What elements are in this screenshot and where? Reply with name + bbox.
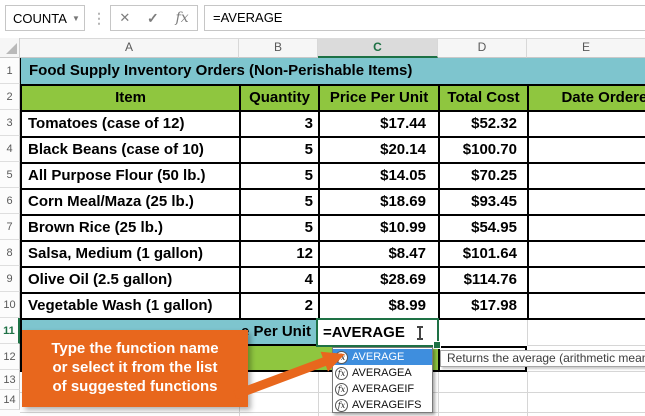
cell-total-cost[interactable]: $17.98 <box>440 294 527 318</box>
gridline <box>527 372 528 416</box>
cell-total-cost[interactable]: $114.76 <box>440 268 527 292</box>
cell-item[interactable]: Vegetable Wash (1 gallon) <box>22 294 239 318</box>
column-header-e[interactable]: E <box>527 38 645 58</box>
row-header-14[interactable]: 14 <box>0 390 20 410</box>
callout-line: Type the function name <box>51 340 219 357</box>
cell-item[interactable]: Olive Oil (2.5 gallon) <box>22 268 239 292</box>
name-box[interactable]: COUNTA ▼ <box>5 5 85 31</box>
table-header-cell[interactable]: Total Cost <box>440 86 527 110</box>
cell-quantity[interactable]: 5 <box>241 216 318 240</box>
cell-date-ordered[interactable] <box>529 268 645 292</box>
cell-quantity[interactable]: 4 <box>241 268 318 292</box>
cell-quantity[interactable]: 2 <box>241 294 318 318</box>
toolbar-separator-icon: ⋮ <box>92 10 106 26</box>
function-tooltip: Returns the average (arithmetic mean) <box>440 350 645 367</box>
cell-quantity[interactable]: 3 <box>241 112 318 136</box>
cell-date-ordered[interactable] <box>529 242 645 266</box>
callout-line: or select it from the list <box>52 359 218 376</box>
column-header-d[interactable]: D <box>438 38 527 58</box>
row-header-4[interactable]: 4 <box>0 136 20 162</box>
autocomplete-item-label: AVERAGEA <box>352 367 412 379</box>
cell-item[interactable]: Black Beans (case of 10) <box>22 138 239 162</box>
gridline <box>438 372 439 416</box>
cell-total-cost[interactable]: $54.95 <box>440 216 527 240</box>
gridline <box>527 345 645 346</box>
cell-price-per-unit[interactable]: $10.99 <box>320 216 438 240</box>
cell-price-per-unit[interactable]: $8.99 <box>320 294 438 318</box>
formula-buttons: ✕ ✓ fx <box>110 5 198 31</box>
table-header-cell[interactable]: Item <box>22 86 239 110</box>
cell-total-cost[interactable]: $70.25 <box>440 164 527 188</box>
row-header-12[interactable]: 12 <box>0 344 20 370</box>
instruction-callout: Type the function name or select it from… <box>22 330 248 407</box>
select-all-triangle-icon <box>6 43 17 54</box>
row-header-5[interactable]: 5 <box>0 162 20 188</box>
row-header-7[interactable]: 7 <box>0 214 20 240</box>
autocomplete-item-label: AVERAGEIF <box>352 383 415 395</box>
row-header-11[interactable]: 11 <box>0 318 20 344</box>
text-cursor-ibeam-icon <box>416 325 424 340</box>
cell-date-ordered[interactable] <box>529 138 645 162</box>
row-header-10[interactable]: 10 <box>0 292 20 318</box>
fill-handle[interactable] <box>433 341 441 349</box>
cell-total-cost[interactable]: $101.64 <box>440 242 527 266</box>
row-header-1[interactable]: 1 <box>0 58 20 84</box>
name-box-dropdown-icon[interactable]: ▼ <box>68 14 84 23</box>
formula-toolbar: COUNTA ▼ ⋮ ✕ ✓ fx =AVERAGE <box>0 0 645 38</box>
row-header-8[interactable]: 8 <box>0 240 20 266</box>
cell-price-per-unit[interactable]: $17.44 <box>320 112 438 136</box>
select-all-button[interactable] <box>0 38 20 58</box>
cell-quantity[interactable]: 5 <box>241 190 318 214</box>
name-box-value: COUNTA <box>13 10 67 26</box>
row-header-column: 1 2 3 4 5 6 7 8 9 10 11 12 13 14 <box>0 58 20 416</box>
sheet-title-cell[interactable]: Food Supply Inventory Orders (Non-Perish… <box>20 58 645 84</box>
cell-price-per-unit[interactable]: $14.05 <box>320 164 438 188</box>
cell-date-ordered[interactable] <box>529 216 645 240</box>
cell-price-per-unit[interactable]: $18.69 <box>320 190 438 214</box>
table-header-cell[interactable]: Price Per Unit <box>320 86 438 110</box>
enter-icon[interactable]: ✓ <box>147 10 159 27</box>
column-header-a[interactable]: A <box>20 38 239 58</box>
inventory-table: Item Quantity Price Per Unit Total Cost Date… <box>20 84 645 320</box>
cell-quantity[interactable]: 5 <box>241 164 318 188</box>
row-header-3[interactable]: 3 <box>0 110 20 136</box>
cell-price-per-unit[interactable]: $8.47 <box>320 242 438 266</box>
cell-quantity[interactable]: 5 <box>241 138 318 162</box>
cell-item[interactable]: All Purpose Flour (50 lb.) <box>22 164 239 188</box>
cell-date-ordered[interactable] <box>529 164 645 188</box>
callout-line: of suggested functions <box>52 378 218 395</box>
column-header-b[interactable]: B <box>239 38 318 58</box>
active-cell-formula: =AVERAGE <box>323 324 405 341</box>
cell-item[interactable]: Salsa, Medium (1 gallon) <box>22 242 239 266</box>
callout-arrow-icon <box>233 351 345 400</box>
autocomplete-item-label: AVERAGE <box>352 351 405 363</box>
cell-price-per-unit[interactable]: $20.14 <box>320 138 438 162</box>
formula-bar-input[interactable]: =AVERAGE <box>204 5 645 31</box>
cell-quantity[interactable]: 12 <box>241 242 318 266</box>
autocomplete-item-label: AVERAGEIFS <box>352 399 422 411</box>
table-header-cell[interactable]: Date Ordered <box>529 86 645 110</box>
column-header-c-selected[interactable]: C <box>318 38 438 58</box>
cell-price-per-unit[interactable]: $28.69 <box>320 268 438 292</box>
cell-total-cost[interactable]: $100.70 <box>440 138 527 162</box>
cell-item[interactable]: Tomatoes (case of 12) <box>22 112 239 136</box>
table-header-cell[interactable]: Quantity <box>241 86 318 110</box>
row-header-9[interactable]: 9 <box>0 266 20 292</box>
row-header-6[interactable]: 6 <box>0 188 20 214</box>
spreadsheet-app: COUNTA ▼ ⋮ ✕ ✓ fx =AVERAGE A B C D E 123… <box>0 0 645 416</box>
cancel-icon[interactable]: ✕ <box>119 10 130 26</box>
row-header-13[interactable]: 13 <box>0 370 20 390</box>
cell-date-ordered[interactable] <box>529 190 645 214</box>
cell-item[interactable]: Corn Meal/Maza (25 lb.) <box>22 190 239 214</box>
cell-date-ordered[interactable] <box>529 112 645 136</box>
cell-date-ordered[interactable] <box>529 294 645 318</box>
insert-function-icon[interactable]: fx <box>176 10 189 26</box>
gridline <box>527 371 645 372</box>
cell-total-cost[interactable]: $52.32 <box>440 112 527 136</box>
row-header-2[interactable]: 2 <box>0 84 20 110</box>
cell-total-cost[interactable]: $93.45 <box>440 190 527 214</box>
cell-item[interactable]: Brown Rice (25 lb.) <box>22 216 239 240</box>
gridline <box>527 320 528 346</box>
